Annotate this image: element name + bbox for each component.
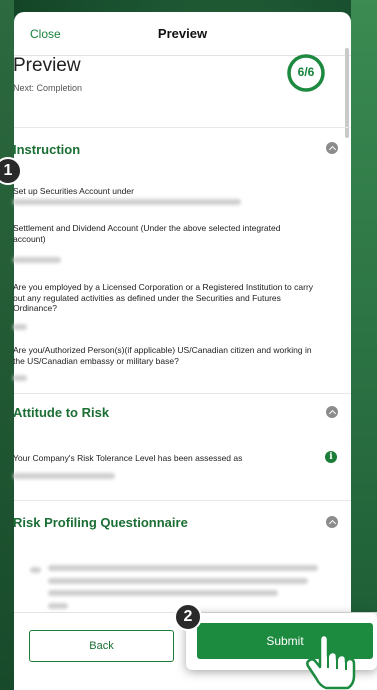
chevron-up-icon[interactable] <box>326 516 338 528</box>
progress-ring: 6/6 <box>285 52 327 94</box>
redacted-value <box>30 567 41 573</box>
top-bar: Close Preview <box>14 12 351 56</box>
background-left <box>0 0 14 690</box>
section-title-instruction: Instruction <box>13 142 81 157</box>
question-text: Are you employed by a Licensed Corporati… <box>13 282 314 314</box>
page-title: Preview <box>13 55 81 76</box>
info-icon[interactable]: i <box>325 451 337 463</box>
question-text: Your Company's Risk Tolerance Level has … <box>13 453 243 463</box>
redacted-value <box>48 565 318 571</box>
top-bar-title: Preview <box>157 26 208 41</box>
section-title-attitude: Attitude to Risk <box>13 405 110 420</box>
back-button[interactable]: Back <box>29 630 174 662</box>
pointing-hand-icon <box>306 633 356 690</box>
step-badge-2: 2 <box>174 603 202 631</box>
background-right <box>351 0 377 690</box>
redacted-value <box>13 375 27 381</box>
divider <box>14 500 351 501</box>
preview-header: Preview Next: Completion <box>13 55 82 93</box>
question-text: Are you/Authorized Person(s)(if applicab… <box>13 345 312 366</box>
scrollbar[interactable] <box>345 48 349 138</box>
redacted-value <box>13 257 61 263</box>
chevron-up-icon[interactable] <box>326 142 338 154</box>
question-text: Settlement and Dividend Account (Under t… <box>13 223 281 244</box>
section-title-risk-profiling: Risk Profiling Questionnaire <box>13 515 188 530</box>
page-subtitle: Next: Completion <box>13 83 83 93</box>
redacted-value <box>13 473 115 479</box>
redacted-value <box>48 603 68 609</box>
divider <box>14 393 351 394</box>
redacted-value <box>48 578 308 584</box>
chevron-up-icon[interactable] <box>326 406 338 418</box>
redacted-value <box>13 199 241 205</box>
redacted-value <box>48 590 278 596</box>
redacted-value <box>13 324 27 330</box>
divider <box>14 127 351 128</box>
progress-text: 6/6 <box>297 65 315 79</box>
question-text: Set up Securities Account under <box>13 186 134 196</box>
